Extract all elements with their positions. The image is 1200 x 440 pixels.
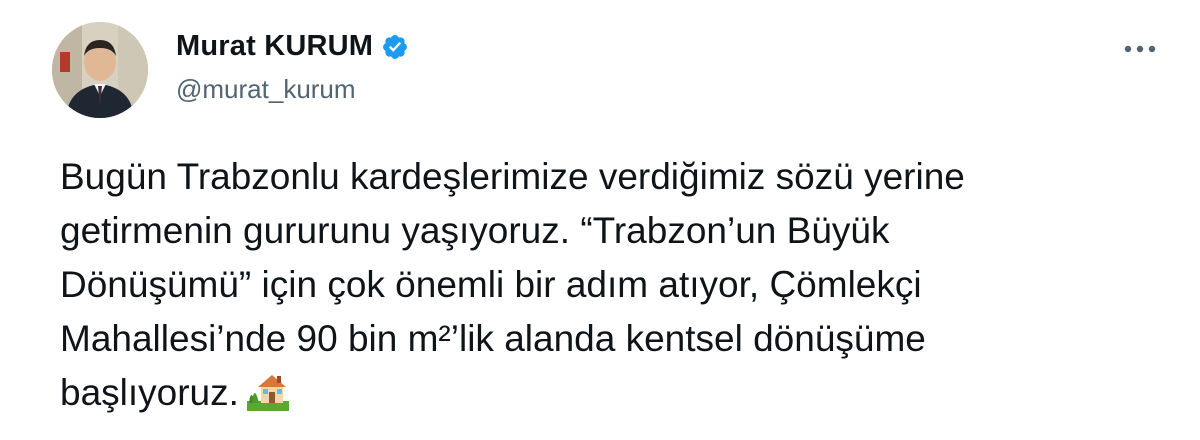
author-handle[interactable]: @murat_kurum [176,74,356,105]
tweet-text-content: Bugün Trabzonlu kardeşlerimize verdiğimi… [60,156,965,413]
avatar[interactable] [52,22,148,118]
house-with-garden-emoji-icon [245,367,291,413]
more-horizontal-icon [1124,45,1156,53]
avatar-image [52,22,148,118]
more-options-button[interactable] [1120,34,1160,64]
author-display-name[interactable]: Murat KURUM [176,30,373,63]
author-name-row: Murat KURUM [176,30,409,63]
verified-badge-icon [381,33,409,61]
tweet-text: Bugün Trabzonlu kardeşlerimize verdiğimi… [60,150,1160,420]
tweet-card: Murat KURUM @murat_kurum Bugün Trabzonlu… [0,0,1200,440]
